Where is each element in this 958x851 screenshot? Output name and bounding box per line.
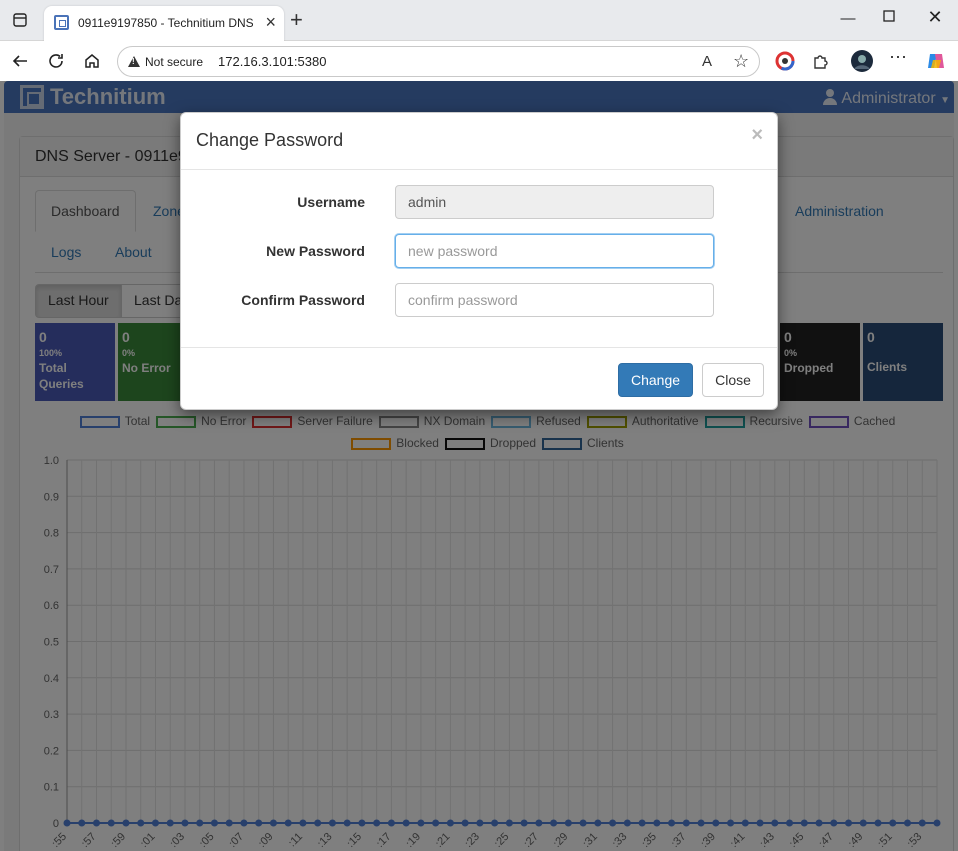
not-secure-label[interactable]: Not secure [145,55,203,69]
browser-tabstrip: 0911e9197850 - Technitium DNS × + — ✕ [0,0,958,41]
new-password-label: New Password [266,243,365,259]
confirm-password-field[interactable] [395,283,714,317]
warning-icon [128,56,140,67]
tab-title: 0911e9197850 - Technitium DNS [78,16,253,30]
modal-header-divider [181,169,777,170]
username-label: Username [297,194,365,210]
extensions-puzzle-icon[interactable] [811,51,831,71]
back-icon[interactable] [8,49,32,73]
url-text[interactable]: 172.16.3.101:5380 [218,54,326,69]
browser-tab[interactable]: 0911e9197850 - Technitium DNS × [44,6,284,41]
home-icon[interactable] [80,49,104,73]
address-bar[interactable]: Not secure 172.16.3.101:5380 A ☆ [117,46,760,77]
new-password-field[interactable] [395,234,714,268]
reload-icon[interactable] [44,49,68,73]
change-button[interactable]: Change [618,363,693,397]
modal-title: Change Password [196,130,344,150]
more-menu-icon[interactable]: ⋯ [889,47,909,67]
color-extension-icon[interactable] [775,51,795,71]
confirm-password-label: Confirm Password [241,292,365,308]
window-menu-icon[interactable] [9,9,31,31]
change-password-dialog: Change Password × Username New Password … [180,112,778,410]
tab-close-icon[interactable]: × [265,12,276,32]
favorite-star-icon[interactable]: ☆ [733,51,749,72]
minimize-icon[interactable]: — [838,10,858,27]
technitium-favicon-icon [54,15,69,30]
copilot-icon[interactable] [925,50,947,72]
window-close-icon[interactable]: ✕ [925,7,945,28]
new-tab-icon[interactable]: + [290,9,303,31]
profile-avatar[interactable] [850,49,874,73]
maximize-icon[interactable] [879,9,899,26]
read-aloud-icon[interactable]: A [702,53,712,70]
username-field[interactable] [395,185,714,219]
close-button[interactable]: Close [702,363,764,397]
browser-toolbar: Not secure 172.16.3.101:5380 A ☆ ⋯ [0,41,958,81]
modal-footer-divider [181,347,777,348]
modal-close-icon[interactable]: × [751,124,763,147]
